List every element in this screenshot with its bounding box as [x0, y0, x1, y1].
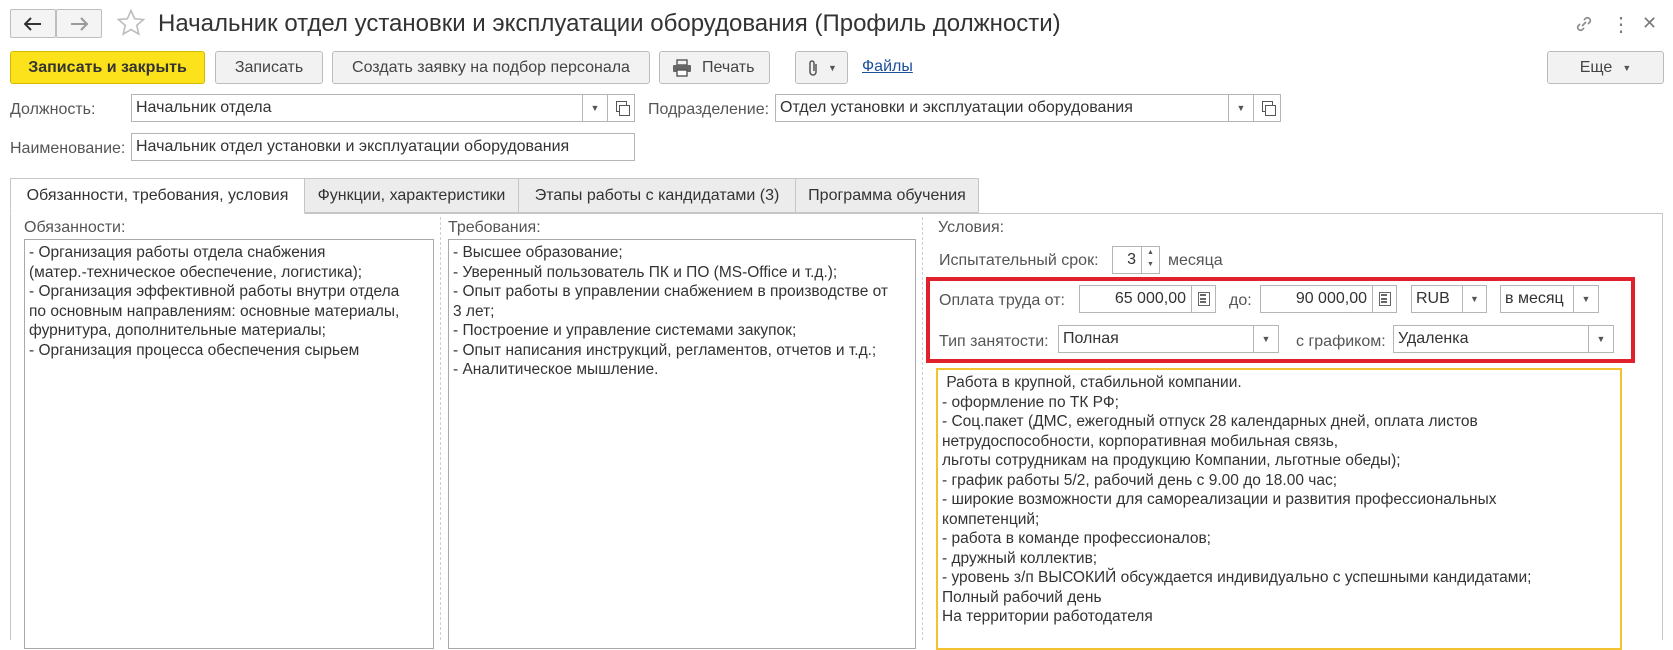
chevron-down-icon: ▼: [828, 62, 837, 73]
attachment-button[interactable]: ▼: [795, 51, 848, 84]
currency-select[interactable]: RUB: [1411, 285, 1463, 313]
favorite-star-icon[interactable]: [116, 8, 146, 38]
period-select[interactable]: в месяц: [1500, 285, 1574, 313]
department-open-button[interactable]: [1253, 94, 1281, 122]
column-separator: [922, 217, 923, 640]
requirements-label: Требования:: [448, 219, 541, 236]
department-dropdown-button[interactable]: [1228, 94, 1254, 122]
employment-dropdown-button[interactable]: [1253, 325, 1279, 353]
employment-select[interactable]: Полная: [1058, 325, 1254, 353]
schedule-label: с графиком:: [1296, 333, 1386, 350]
probation-stepper[interactable]: ▲ ▼: [1141, 246, 1160, 274]
tab-candidate-stages[interactable]: Этапы работы с кандидатами (3): [518, 178, 796, 213]
calculator-icon: [1373, 286, 1396, 312]
arrow-right-icon: [71, 16, 88, 31]
name-field[interactable]: Начальник отдел установки и эксплуатации…: [131, 133, 635, 161]
probation-unit: месяца: [1168, 252, 1223, 269]
salary-to-label: до:: [1229, 292, 1252, 309]
schedule-dropdown-button[interactable]: [1588, 325, 1614, 353]
probation-field[interactable]: 3: [1112, 246, 1142, 274]
position-dropdown-button[interactable]: [582, 94, 608, 122]
save-button[interactable]: Записать: [215, 51, 323, 84]
arrow-left-icon: [24, 16, 41, 31]
conditions-label: Условия:: [938, 219, 1005, 236]
employment-label: Тип занятости:: [939, 333, 1049, 350]
files-link[interactable]: Файлы: [862, 58, 913, 76]
duties-textarea[interactable]: - Организация работы отдела снабжения (м…: [24, 239, 434, 649]
forward-button[interactable]: [56, 9, 102, 38]
close-icon[interactable]: ✕: [1642, 13, 1657, 34]
print-label: Печать: [702, 58, 755, 76]
more-options-icon[interactable]: ⋮: [1611, 12, 1631, 37]
duties-label: Обязанности:: [24, 219, 126, 236]
tab-panel-border-left: [10, 213, 11, 640]
tab-training-program[interactable]: Программа обучения: [795, 178, 979, 213]
probation-label: Испытательный срок:: [939, 252, 1099, 269]
department-label: Подразделение:: [648, 101, 770, 118]
page-title: Начальник отдел установки и эксплуатации…: [158, 10, 1061, 37]
back-button[interactable]: [10, 9, 56, 38]
salary-to-field[interactable]: 90 000,00: [1260, 285, 1373, 313]
paperclip-icon: [809, 59, 817, 76]
tab-panel-border-right: [1662, 213, 1663, 640]
calculator-icon: [1192, 286, 1215, 312]
salary-to-calculator-icon[interactable]: [1372, 285, 1397, 313]
requirements-textarea[interactable]: - Высшее образование; - Уверенный пользо…: [448, 239, 916, 649]
more-button[interactable]: Еще ▼: [1547, 51, 1664, 84]
tab-functions[interactable]: Функции, характеристики: [304, 178, 519, 213]
link-icon[interactable]: [1574, 14, 1594, 34]
salary-from-calculator-icon[interactable]: [1191, 285, 1216, 313]
more-label: Еще: [1579, 58, 1613, 76]
chevron-down-icon: ▼: [1622, 62, 1632, 73]
position-open-button[interactable]: [607, 94, 635, 122]
position-field[interactable]: Начальник отдела: [131, 94, 583, 122]
salary-from-label: Оплата труда от:: [939, 292, 1065, 309]
tab-duties[interactable]: Обязанности, требования, условия: [10, 178, 305, 214]
period-dropdown-button[interactable]: [1573, 285, 1599, 313]
salary-from-field[interactable]: 65 000,00: [1079, 285, 1192, 313]
currency-dropdown-button[interactable]: [1462, 285, 1487, 313]
save-and-close-button[interactable]: Записать и закрыть: [10, 51, 205, 84]
conditions-textarea[interactable]: Работа в крупной, стабильной компании. -…: [936, 368, 1622, 650]
print-button[interactable]: Печать: [659, 51, 770, 84]
column-separator: [440, 217, 441, 640]
department-field[interactable]: Отдел установки и эксплуатации оборудова…: [775, 94, 1229, 122]
position-label: Должность:: [10, 101, 96, 118]
name-label: Наименование:: [10, 140, 126, 157]
printer-icon: [673, 58, 691, 77]
schedule-select[interactable]: Удаленка: [1393, 325, 1589, 353]
create-request-button[interactable]: Создать заявку на подбор персонала: [332, 51, 650, 84]
